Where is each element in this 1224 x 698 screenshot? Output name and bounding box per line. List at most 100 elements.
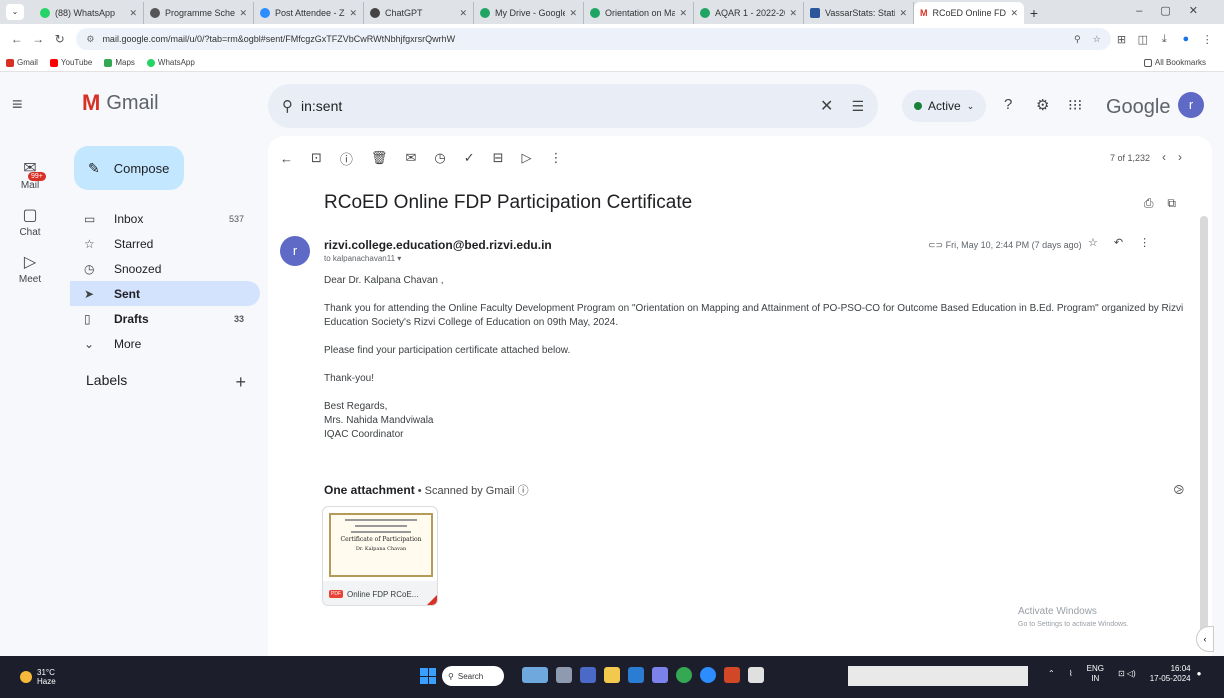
main-menu-icon[interactable]: ≡: [12, 94, 23, 115]
snooze-icon[interactable]: ◷: [434, 150, 445, 166]
help-icon[interactable]: ?: [1004, 96, 1012, 113]
tab-search-button[interactable]: ⌄: [6, 4, 24, 20]
back-icon[interactable]: ←: [6, 32, 27, 46]
settings-icon[interactable]: ⚙: [1036, 96, 1049, 114]
newer-icon[interactable]: ‹: [1162, 150, 1166, 164]
address-bar[interactable]: ⚙ mail.google.com/mail/u/0/?tab=rm&ogbl#…: [76, 28, 1111, 50]
more-options-icon[interactable]: ⋮: [550, 150, 563, 166]
menu-icon[interactable]: ⋮: [1197, 33, 1218, 46]
tray-overflow-icon[interactable]: ⌃: [1048, 669, 1055, 679]
browser-tab[interactable]: (88) WhatsApp ✕: [34, 2, 144, 24]
status-button[interactable]: Active ⌄: [902, 90, 987, 122]
browser-tab[interactable]: ChatGPT ✕: [364, 2, 474, 24]
close-icon[interactable]: ✕: [1010, 8, 1018, 19]
extensions-icon[interactable]: ⊞: [1111, 33, 1132, 46]
search-options-icon[interactable]: ☰: [851, 98, 864, 115]
side-panel-icon[interactable]: ◫: [1132, 33, 1153, 46]
scrollbar[interactable]: [1200, 216, 1208, 636]
nav-inbox[interactable]: ▭ Inbox 537: [70, 206, 260, 231]
browser-tab-active[interactable]: M RCoED Online FDP P✕: [914, 2, 1024, 24]
close-icon[interactable]: ✕: [569, 8, 577, 19]
bookmark-youtube[interactable]: YouTube: [49, 58, 92, 67]
mark-unread-icon[interactable]: ✉: [405, 150, 416, 166]
language-indicator[interactable]: ENG IN: [1087, 664, 1104, 684]
close-icon[interactable]: ✕: [349, 8, 357, 19]
reload-icon[interactable]: ↻: [49, 32, 70, 46]
start-icon[interactable]: [420, 668, 436, 684]
browser-tab[interactable]: My Drive - Google Drive✕: [474, 2, 584, 24]
bookmark-maps[interactable]: Maps: [104, 58, 135, 67]
close-icon[interactable]: ✕: [459, 8, 467, 19]
search-icon[interactable]: ⚲: [282, 97, 293, 115]
report-spam-icon[interactable]: ⓘ: [340, 149, 353, 168]
word-icon[interactable]: [628, 667, 644, 683]
bookmark-gmail[interactable]: Gmail: [6, 58, 38, 67]
sender-email[interactable]: rizvi.college.education@bed.rizvi.edu.in: [324, 238, 552, 252]
nav-more[interactable]: ⌄ More: [70, 331, 260, 356]
rail-meet[interactable]: ▷ Meet: [0, 252, 60, 285]
compose-button[interactable]: ✎ Compose: [74, 146, 184, 190]
zoom-icon[interactable]: [700, 667, 716, 683]
zoom-icon[interactable]: ⚲: [1074, 34, 1081, 45]
recipient-details[interactable]: to kalpanachavan11 ▾: [324, 254, 401, 263]
rail-chat[interactable]: ▢ Chat: [0, 205, 60, 238]
apps-icon[interactable]: ⁝⁝⁝: [1068, 96, 1082, 114]
attachment-thumbnail[interactable]: Certificate of Participation Dr. Kalpana…: [322, 506, 438, 606]
sender-avatar[interactable]: r: [280, 236, 310, 266]
back-icon[interactable]: ←: [280, 151, 293, 166]
close-icon[interactable]: ✕: [899, 8, 907, 19]
network-icon[interactable]: ⌇: [1069, 669, 1073, 679]
nav-sent[interactable]: ➤ Sent: [70, 281, 260, 306]
url-text[interactable]: mail.google.com/mail/u/0/?tab=rm&ogbl#se…: [102, 34, 455, 44]
add-label-icon[interactable]: +: [235, 372, 246, 393]
older-icon[interactable]: ›: [1178, 150, 1182, 164]
browser-tab[interactable]: VassarStats: Statistics✕: [804, 2, 914, 24]
window-controls[interactable]: –▢✕: [1136, 4, 1216, 17]
close-icon[interactable]: ✕: [129, 8, 137, 19]
open-new-window-icon[interactable]: ⧉: [1167, 196, 1190, 210]
clear-search-icon[interactable]: ✕: [820, 96, 833, 116]
app-icon[interactable]: [748, 667, 764, 683]
search-bar[interactable]: ⚲ in:sent ✕ ☰: [268, 84, 878, 128]
nav-starred[interactable]: ☆ Starred: [70, 231, 260, 256]
new-tab-button[interactable]: +: [1024, 2, 1044, 24]
add-task-icon[interactable]: ✓: [464, 150, 475, 166]
weather-widget[interactable]: 31°C Haze: [20, 668, 56, 686]
copilot-icon[interactable]: [522, 667, 548, 683]
print-icon[interactable]: ⎙: [1144, 196, 1168, 210]
avatar[interactable]: r: [1178, 92, 1204, 118]
close-icon[interactable]: ✕: [239, 8, 247, 19]
more-options-icon[interactable]: ⋮: [1139, 237, 1166, 249]
nav-snoozed[interactable]: ◷ Snoozed: [70, 256, 260, 281]
clock[interactable]: 16:04 17-05-2024: [1150, 664, 1191, 684]
rail-mail[interactable]: ✉ Mail 99+: [0, 158, 60, 191]
volume-icon[interactable]: ⊡ ◁): [1118, 669, 1136, 679]
taskbar-search[interactable]: ⚲ Search: [442, 666, 504, 686]
browser-tab[interactable]: AQAR 1 - 2022-2023 ✕: [694, 2, 804, 24]
delete-icon[interactable]: 🗑: [371, 150, 388, 166]
browser-tab[interactable]: Programme Schedule✕: [144, 2, 254, 24]
bookmark-star-icon[interactable]: ☆: [1093, 34, 1101, 45]
gmail-logo[interactable]: M Gmail: [82, 90, 159, 116]
all-bookmarks[interactable]: All Bookmarks: [1143, 58, 1206, 67]
google-logo[interactable]: Google: [1106, 96, 1171, 119]
browser-tab[interactable]: Orientation on Mapping ✕: [584, 2, 694, 24]
bookmark-whatsapp[interactable]: WhatsApp: [146, 58, 195, 67]
close-icon[interactable]: ✕: [789, 8, 797, 19]
star-icon[interactable]: ☆: [1088, 237, 1114, 249]
close-icon[interactable]: ✕: [679, 8, 687, 19]
reply-icon[interactable]: ↶: [1114, 237, 1139, 249]
side-panel-toggle[interactable]: ‹: [1196, 626, 1214, 652]
file-explorer-icon[interactable]: [604, 667, 620, 683]
search-input[interactable]: in:sent: [301, 98, 342, 114]
label-icon[interactable]: ▷: [522, 150, 532, 166]
teams-icon[interactable]: [652, 667, 668, 683]
notification-icon[interactable]: ●: [1197, 669, 1202, 679]
archive-icon[interactable]: ⊡: [311, 150, 322, 166]
browser-tab[interactable]: Post Attendee - Zoom ✕: [254, 2, 364, 24]
forward-icon[interactable]: →: [27, 32, 48, 46]
teams-icon[interactable]: [580, 667, 596, 683]
taskview-icon[interactable]: [556, 667, 572, 683]
download-icon[interactable]: ⤓: [1154, 33, 1175, 46]
add-to-drive-icon[interactable]: ⧁: [1174, 482, 1184, 498]
